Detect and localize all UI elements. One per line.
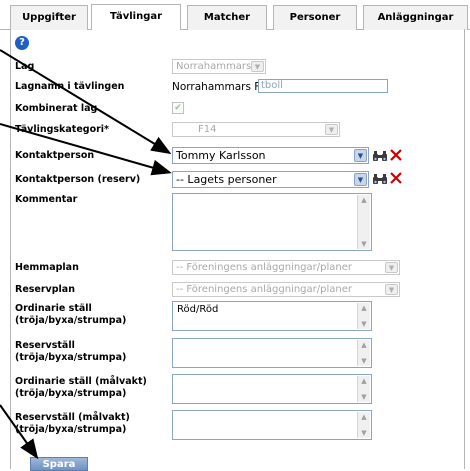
tab-uppgifter[interactable]: Uppgifter (10, 5, 88, 30)
lag-select: Norrahammars IK ▼ (172, 59, 266, 74)
ordinarie-stall-textarea[interactable]: Röd/Röd ▲ ▼ (172, 301, 372, 331)
kommentar-scrollbar[interactable]: ▲ ▼ (357, 195, 370, 249)
reserv-malvakt-textarea[interactable]: ▲ ▼ (172, 410, 372, 440)
kontaktperson-value: Tommy Karlsson (176, 149, 266, 162)
chevron-down-icon: ▼ (385, 284, 398, 295)
tab-anlaggningar[interactable]: Anläggningar (363, 5, 468, 30)
tavlingskategori-select: F14 ▼ (172, 122, 340, 137)
ordinarie-stall-value: Röd/Röd (177, 304, 219, 315)
label-tavlingskategori: Tävlingskategori* (15, 124, 110, 135)
chevron-down-icon: ▼ (385, 262, 398, 273)
label-lagnamn: Lagnamn i tävlingen (15, 81, 125, 92)
binoculars-icon[interactable] (372, 173, 388, 185)
ordinarie-malvakt-scrollbar[interactable]: ▲ ▼ (357, 376, 370, 402)
label-kontaktperson: Kontaktperson (15, 150, 95, 161)
hemmaplan-select: -- Föreningens anläggningar/planer ▼ (172, 260, 400, 275)
kontaktperson-reserv-value: -- Lagets personer (176, 173, 277, 186)
chevron-down-icon: ▼ (354, 173, 367, 186)
checkmark-icon: ✔ (174, 103, 182, 113)
lagnamn-input[interactable]: tboll (258, 79, 388, 93)
help-icon[interactable]: ? (15, 36, 29, 50)
tab-tavlingar[interactable]: Tävlingar (91, 4, 181, 30)
label-reservstall: Reservställ (15, 340, 75, 351)
label-reservplan: Reservplan (15, 284, 75, 295)
tab-bar: Uppgifter Tävlingar Matcher Personer Anl… (0, 0, 470, 30)
kombinerat-lag-checkbox[interactable]: ✔ (172, 102, 184, 114)
label-reservstall-sub: (tröja/byxa/strumpa) (15, 352, 127, 363)
label-lag: Lag (15, 61, 35, 72)
label-kontaktperson-reserv: Kontaktperson (reserv) (15, 174, 141, 185)
chevron-down-icon: ▼ (354, 149, 367, 162)
tab-personer[interactable]: Personer (273, 5, 357, 30)
label-ordinarie-stall-sub: (tröja/byxa/strumpa) (15, 315, 127, 326)
label-kombinerat-lag: Kombinerat lag (15, 103, 98, 114)
label-ordinarie-stall: Ordinarie ställ (15, 303, 92, 314)
lagnamn-prefix: Norrahammars Fo (172, 81, 267, 93)
label-kommentar: Kommentar (15, 194, 78, 205)
kontaktperson-select[interactable]: Tommy Karlsson ▼ (172, 147, 369, 164)
label-ordinarie-malvakt: Ordinarie ställ (målvakt) (15, 376, 147, 387)
chevron-down-icon: ▼ (325, 124, 338, 135)
reservstall-scrollbar[interactable]: ▲ ▼ (357, 340, 370, 366)
delete-x-icon[interactable] (390, 149, 402, 161)
label-hemmaplan: Hemmaplan (15, 262, 79, 273)
delete-x-icon[interactable] (390, 172, 402, 184)
reservplan-value: -- Föreningens anläggningar/planer (176, 284, 352, 295)
reservplan-select: -- Föreningens anläggningar/planer ▼ (172, 282, 400, 297)
label-ordinarie-malvakt-sub: (tröja/byxa/strumpa) (15, 388, 127, 399)
binoculars-icon[interactable] (372, 150, 388, 162)
ordinarie-stall-scrollbar[interactable]: ▲ ▼ (357, 303, 370, 329)
label-reserv-malvakt-sub: (tröja/byxa/strumpa) (15, 424, 127, 435)
tavlingskategori-value: F14 (198, 124, 217, 135)
reservstall-textarea[interactable]: ▲ ▼ (172, 338, 372, 368)
tab-matcher[interactable]: Matcher (187, 5, 267, 30)
reserv-malvakt-scrollbar[interactable]: ▲ ▼ (357, 412, 370, 438)
label-reserv-malvakt: Reservställ (målvakt) (15, 412, 130, 423)
chevron-down-icon: ▼ (251, 61, 264, 72)
kommentar-textarea[interactable]: ▲ ▼ (172, 193, 372, 251)
hemmaplan-value: -- Föreningens anläggningar/planer (176, 262, 352, 273)
ordinarie-malvakt-textarea[interactable]: ▲ ▼ (172, 374, 372, 404)
kontaktperson-reserv-select[interactable]: -- Lagets personer ▼ (172, 171, 369, 188)
